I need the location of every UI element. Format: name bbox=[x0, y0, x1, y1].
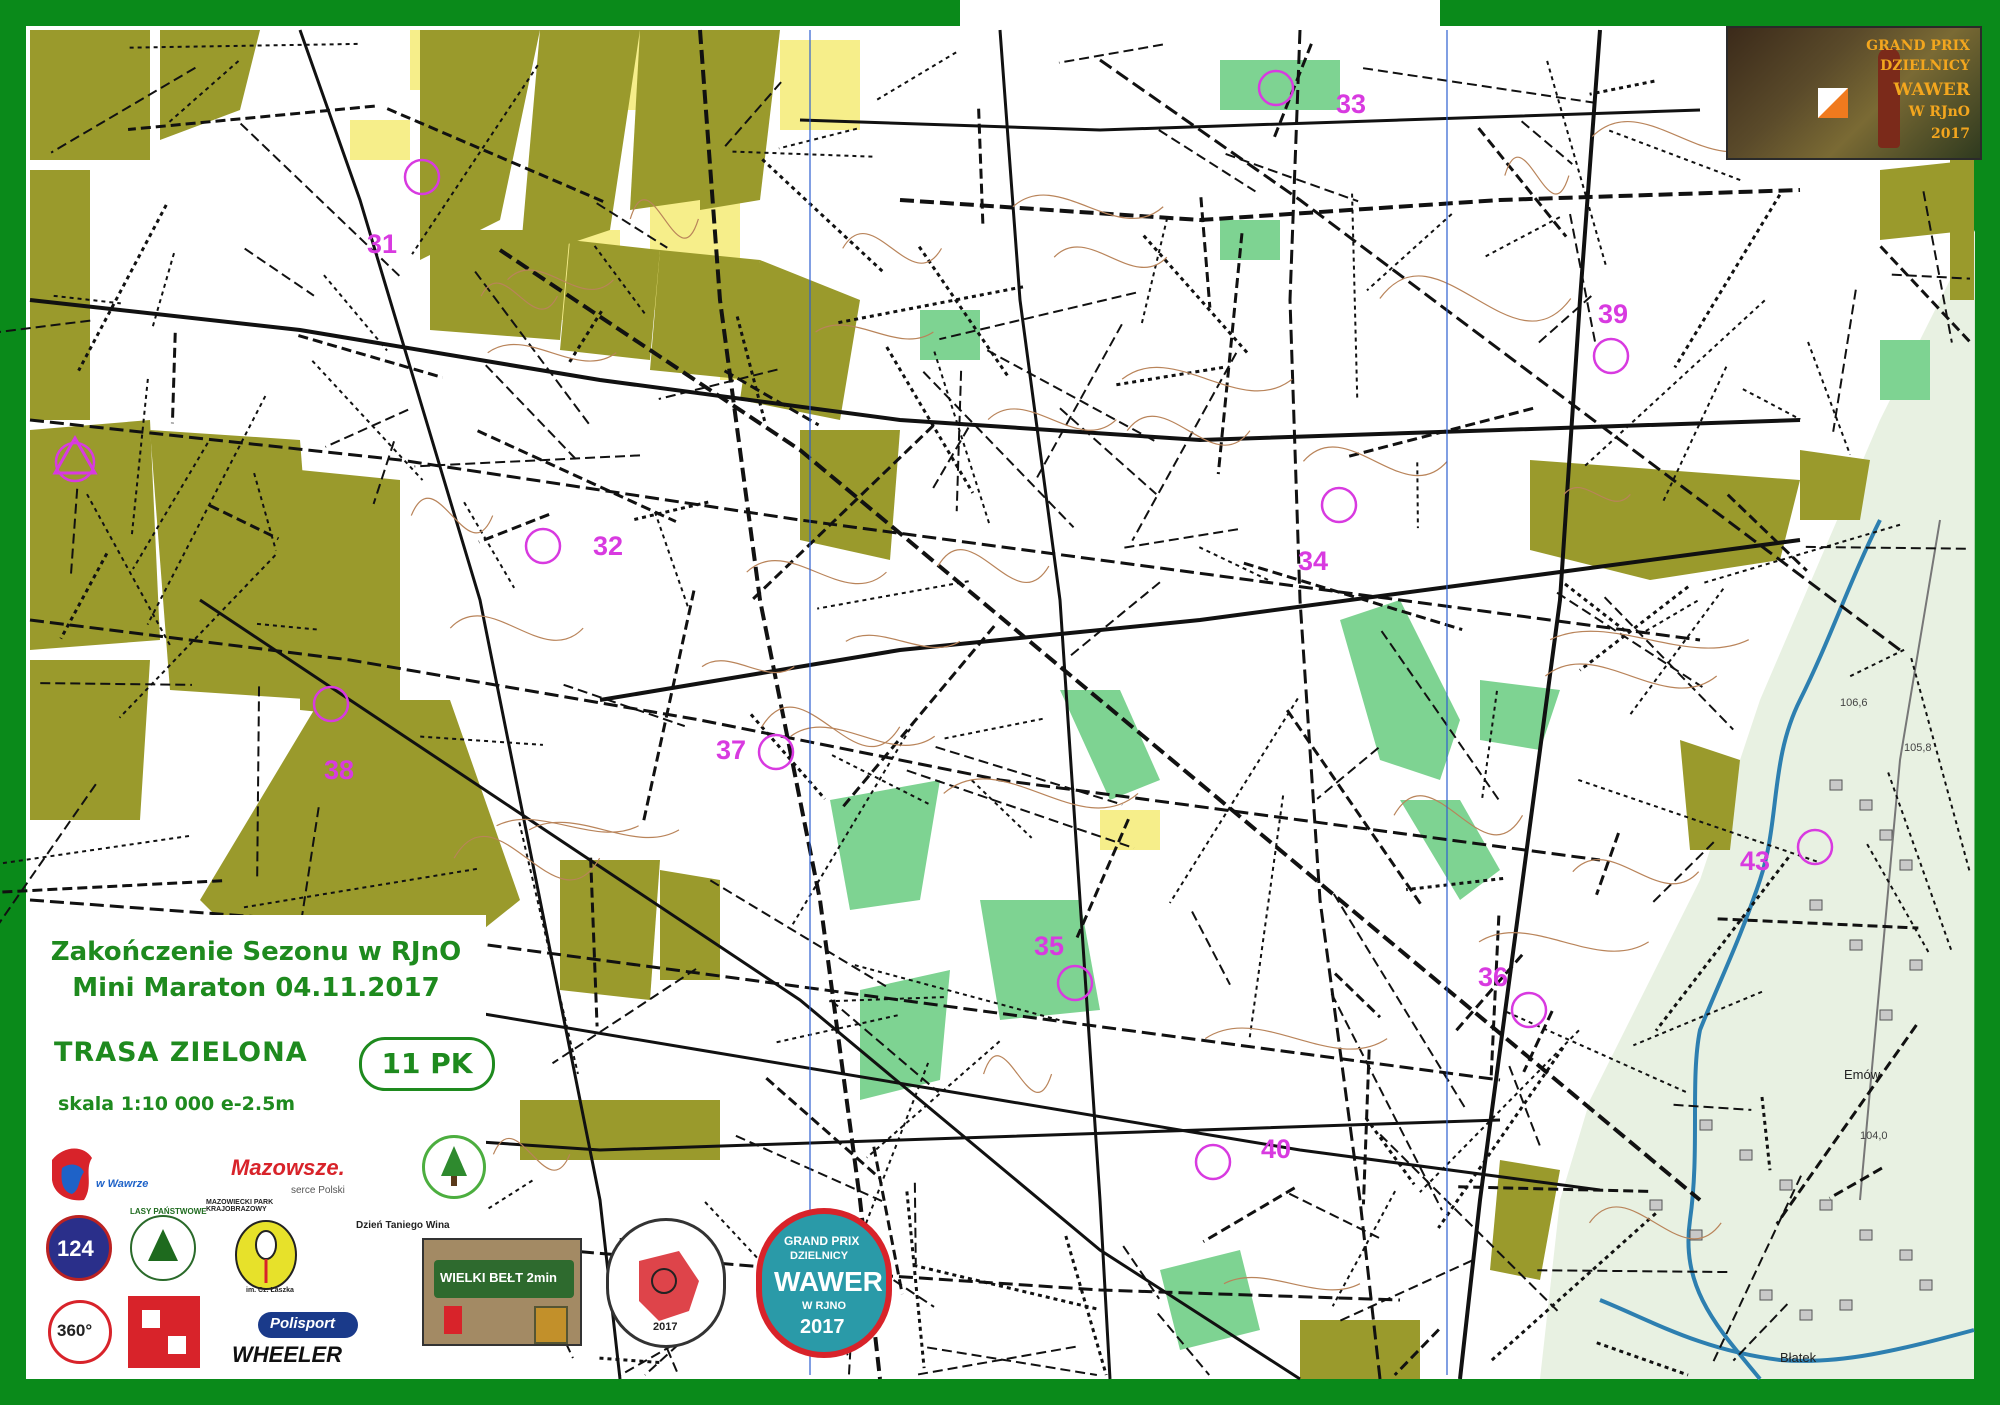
grand-prix-photo: GRAND PRIX DZIELNICY WAWER W RJnO 2017 bbox=[1726, 26, 1982, 160]
place-label-emow: Emów bbox=[1844, 1067, 1881, 1082]
badge-360-text: 360° bbox=[57, 1321, 93, 1340]
control-label-39: 39 bbox=[1598, 299, 1629, 329]
control-label-35: 35 bbox=[1034, 931, 1065, 961]
wine-photo: WIELKI BEŁT 2min bbox=[422, 1238, 582, 1346]
control-label-40: 40 bbox=[1261, 1134, 1292, 1164]
event-title: Zakończenie Sezonu w RJnO bbox=[50, 937, 462, 967]
control-count-badge: 11 PK bbox=[359, 1037, 495, 1091]
lasy-tree-icon bbox=[148, 1229, 178, 1261]
gp-photo-line4: W RJnO bbox=[1908, 104, 1970, 120]
gp-wawer-line5: 2017 bbox=[800, 1316, 845, 1338]
gp-photo-line1: GRAND PRIX bbox=[1866, 38, 1970, 54]
control-label-43: 43 bbox=[1740, 846, 1771, 876]
event-subtitle: Mini Maraton 04.11.2017 bbox=[72, 973, 440, 1003]
mpk-logo bbox=[206, 1205, 316, 1295]
mazowsze-logo: Mazowsze. serce Polski bbox=[231, 1155, 371, 1205]
control-label-38: 38 bbox=[324, 755, 355, 785]
control-label-36: 36 bbox=[1478, 962, 1509, 992]
gp-wawer-line3: WAWER bbox=[774, 1266, 883, 1297]
lasy-panstwowe-logo bbox=[130, 1215, 196, 1281]
gp-photo-line5: 2017 bbox=[1931, 126, 1970, 142]
place-label-blatek: Błatek bbox=[1780, 1350, 1817, 1365]
stork-icon bbox=[235, 1220, 297, 1290]
gp-wawer-logo: GRAND PRIX DZIELNICY WAWER W RJNO 2017 bbox=[756, 1208, 892, 1358]
control-label-34: 34 bbox=[1298, 546, 1329, 576]
control-label-33: 33 bbox=[1336, 89, 1367, 119]
map-scale: skala 1:10 000 e-2.5m bbox=[58, 1093, 296, 1115]
gp-photo-line3: WAWER bbox=[1893, 80, 1970, 100]
mpk-sub-text: im. Cz. Łaszka bbox=[246, 1287, 294, 1294]
polisport-text: Polisport bbox=[270, 1315, 336, 1332]
control-label-37: 37 bbox=[716, 735, 747, 765]
wheeler-text: WHEELER bbox=[232, 1342, 342, 1367]
wawer-logo-icon bbox=[52, 1148, 92, 1201]
gp-photo-line2: DZIELNICY bbox=[1880, 58, 1970, 74]
bike-cup-logo: 2017 bbox=[606, 1218, 726, 1348]
polisport-logo: Polisport WHEELER bbox=[232, 1312, 372, 1370]
tree-icon bbox=[441, 1146, 467, 1186]
badge-360-logo: 360° bbox=[48, 1300, 112, 1364]
control-label-32: 32 bbox=[593, 531, 624, 561]
control-flag-icon bbox=[1818, 88, 1848, 118]
gp-wawer-line1: GRAND PRIX bbox=[784, 1234, 860, 1248]
route-name: TRASA ZIELONA bbox=[54, 1037, 308, 1068]
zpk-logo bbox=[422, 1135, 486, 1199]
tile-pattern-icon bbox=[142, 1310, 186, 1354]
spot-height-1: 104,0 bbox=[1860, 1130, 1888, 1142]
wawer-logo: w Wawrze bbox=[44, 1140, 164, 1210]
mazowsze-logo-text: Mazowsze. bbox=[231, 1155, 345, 1180]
spot-height-2: 106,6 bbox=[1840, 697, 1868, 709]
wine-frame bbox=[534, 1306, 568, 1344]
wine-flag bbox=[444, 1306, 462, 1334]
bike-cup-year: 2017 bbox=[653, 1321, 678, 1333]
red-tile-logo bbox=[128, 1296, 200, 1368]
lasy-panstwowe-text: LASY PAŃSTWOWE bbox=[130, 1207, 207, 1216]
badge-124-text: 124 bbox=[57, 1236, 94, 1261]
mpk-text: MAZOWIECKI PARK KRAJOBRAZOWY bbox=[206, 1199, 274, 1213]
wawer-logo-text: w Wawrze bbox=[96, 1178, 149, 1190]
spot-height-3: 105,8 bbox=[1904, 742, 1932, 754]
gp-wawer-line4: W RJNO bbox=[802, 1300, 846, 1312]
wine-caption: Dzień Taniego Wina bbox=[356, 1220, 450, 1231]
gp-wawer-line2: DZIELNICY bbox=[790, 1250, 849, 1262]
control-label-31: 31 bbox=[367, 229, 398, 259]
wine-sign-text: WIELKI BEŁT 2min bbox=[440, 1270, 557, 1285]
badge-124-logo: 124 bbox=[46, 1215, 112, 1281]
mazowsze-logo-sub: serce Polski bbox=[291, 1185, 345, 1196]
